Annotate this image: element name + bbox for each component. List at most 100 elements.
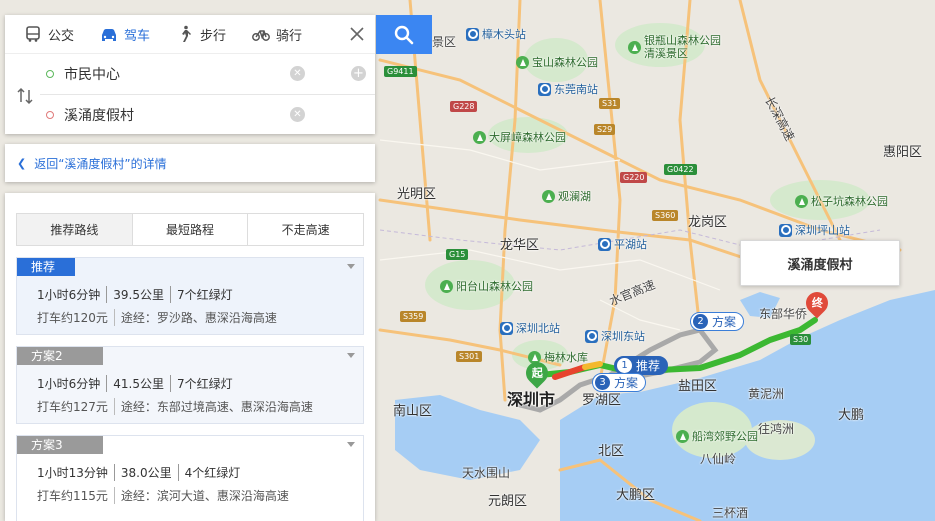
district-label: 龙华区: [500, 238, 540, 253]
tab-shortest[interactable]: 最短路程: [131, 214, 248, 245]
origin-input[interactable]: [64, 66, 284, 82]
place-label: 八仙岭: [700, 452, 737, 466]
plan-badge: 方案3: [17, 436, 103, 454]
tab-drive[interactable]: 驾车: [87, 15, 163, 53]
place-label: 东部华侨: [759, 307, 808, 321]
district-label: 大鹏区: [616, 488, 656, 503]
park-poi[interactable]: 松子坑森林公园: [795, 193, 888, 209]
station-poi[interactable]: 平湖站: [598, 236, 647, 252]
metro-icon: [598, 237, 611, 251]
search-icon: [394, 25, 414, 44]
plan-details: 打车约127元 途经：东部过境高速、惠深沿海高速: [37, 398, 313, 415]
park-icon: [516, 55, 529, 69]
tab-label: 步行: [200, 28, 227, 44]
travel-mode-tabs: 公交 驾车 步行 骑行: [5, 15, 375, 53]
search-button[interactable]: [376, 15, 432, 54]
metro-icon: [538, 82, 551, 96]
park-icon: [440, 279, 453, 293]
place-label: 天水围山: [462, 466, 511, 480]
plan-summary: 1小时6分钟 39.5公里 7个红绿灯: [37, 286, 233, 303]
metro-icon: [466, 27, 479, 41]
tab-bus[interactable]: 公交: [11, 15, 87, 53]
plan-details: 打车约120元 途经：罗沙路、惠深沿海高速: [37, 309, 277, 326]
tab-label: 公交: [48, 28, 75, 44]
origin-row: ✕ +: [40, 54, 375, 94]
car-icon: [102, 29, 117, 41]
district-label: 盐田区: [678, 379, 718, 394]
close-icon[interactable]: [347, 24, 367, 44]
metro-icon: [779, 223, 792, 237]
back-link[interactable]: ❮ 返回“溪涌度假村”的详情: [5, 144, 375, 182]
road-shield: G228: [450, 101, 478, 112]
road-shield: G220: [620, 172, 648, 183]
park-poi[interactable]: 大屏嶂森林公园: [473, 129, 566, 145]
plan-summary: 1小时13分钟 38.0公里 4个红绿灯: [37, 464, 241, 481]
route-panel: 公交 驾车 步行 骑行 ✕ +: [5, 15, 375, 182]
destination-row: ✕: [40, 94, 375, 134]
tab-walk[interactable]: 步行: [163, 15, 239, 53]
destination-dot-icon: [46, 110, 54, 119]
station-poi[interactable]: 深圳东站: [585, 328, 645, 344]
park-poi[interactable]: 宝山森林公园: [516, 54, 598, 70]
route-plan-2[interactable]: 方案2 1小时6分钟 41.5公里 7个红绿灯 打车约127元 途经：东部过境高速、惠…: [16, 346, 364, 424]
plan-details: 打车约115元 途经：滨河大道、惠深沿海高速: [37, 487, 289, 504]
district-label: 北区: [598, 444, 625, 459]
route-plan-3[interactable]: 方案3 1小时13分钟 38.0公里 4个红绿灯 打车约115元 途经：滨河大道、惠深…: [16, 435, 364, 521]
destination-input[interactable]: [64, 106, 284, 123]
route-preference-tabs: 推荐路线 最短路程 不走高速: [16, 213, 364, 246]
route-tag-2[interactable]: 2 方案: [690, 312, 745, 331]
search-card: 公交 驾车 步行 骑行 ✕ +: [5, 15, 375, 134]
district-label: 元朗区: [488, 494, 528, 509]
road-shield: S360: [652, 210, 679, 221]
origin-dot-icon: [46, 70, 54, 78]
plan-badge: 推荐: [17, 258, 76, 276]
add-waypoint-icon[interactable]: +: [351, 66, 366, 81]
road-shield: S31: [599, 98, 621, 109]
park-icon: [795, 194, 808, 208]
park-icon: [676, 429, 689, 443]
route-tag-3[interactable]: 3 方案: [592, 373, 647, 392]
plan-summary: 1小时6分钟 41.5公里 7个红绿灯: [37, 375, 233, 392]
park-poi[interactable]: 阳台山森林公园: [440, 278, 533, 294]
tab-recommended[interactable]: 推荐路线: [17, 214, 132, 245]
road-shield: G0422: [664, 164, 697, 175]
route-results: 推荐路线 最短路程 不走高速 推荐 1小时6分钟 39.5公里 7个红绿灯 打车约1…: [5, 193, 375, 521]
back-link-label: 返回“溪涌度假村”的详情: [34, 156, 167, 171]
park-poi[interactable]: 银瓶山森林公园清溪景区: [628, 34, 724, 60]
clear-origin-icon[interactable]: ✕: [290, 66, 305, 81]
road-shield: S359: [400, 311, 427, 322]
road-shield: S301: [456, 351, 483, 362]
plan-badge: 方案2: [17, 347, 103, 365]
swap-icon[interactable]: [16, 87, 34, 105]
park-icon: [542, 189, 555, 203]
station-poi[interactable]: 深圳北站: [500, 320, 560, 336]
metro-icon: [585, 329, 598, 343]
park-poi[interactable]: 船湾郊野公园: [676, 428, 758, 444]
metro-icon: [500, 321, 513, 335]
chevron-left-icon: ❮: [17, 156, 27, 170]
tab-label: 骑行: [276, 28, 303, 44]
route-plan-1[interactable]: 推荐 1小时6分钟 39.5公里 7个红绿灯 打车约120元 途经：罗沙路、惠深沿海高…: [16, 257, 364, 335]
station-poi[interactable]: 深圳坪山站: [779, 222, 850, 238]
station-poi[interactable]: 樟木头站: [466, 26, 526, 42]
clear-destination-icon[interactable]: ✕: [290, 107, 305, 122]
destination-popup[interactable]: 溪涌度假村: [740, 240, 900, 286]
walk-icon: [182, 25, 192, 42]
place-label: 往鸿洲: [758, 422, 795, 436]
chevron-down-icon[interactable]: [347, 442, 355, 447]
bus-icon: [26, 26, 40, 42]
park-icon: [628, 40, 641, 54]
tab-no-highway[interactable]: 不走高速: [247, 214, 363, 245]
park-poi[interactable]: 观澜湖: [542, 188, 591, 204]
chevron-down-icon[interactable]: [347, 264, 355, 269]
tab-bike[interactable]: 骑行: [239, 15, 315, 53]
station-poi[interactable]: 东莞南站: [538, 81, 598, 97]
district-label: 大鹏: [838, 408, 865, 423]
place-label: 三杯酒: [712, 506, 749, 520]
road-shield: G9411: [384, 66, 417, 77]
road-shield: S29: [594, 124, 616, 135]
district-label: 光明区: [397, 187, 437, 202]
road-shield: S30: [790, 334, 812, 345]
chevron-down-icon[interactable]: [347, 353, 355, 358]
place-label: 黄泥洲: [748, 387, 785, 401]
